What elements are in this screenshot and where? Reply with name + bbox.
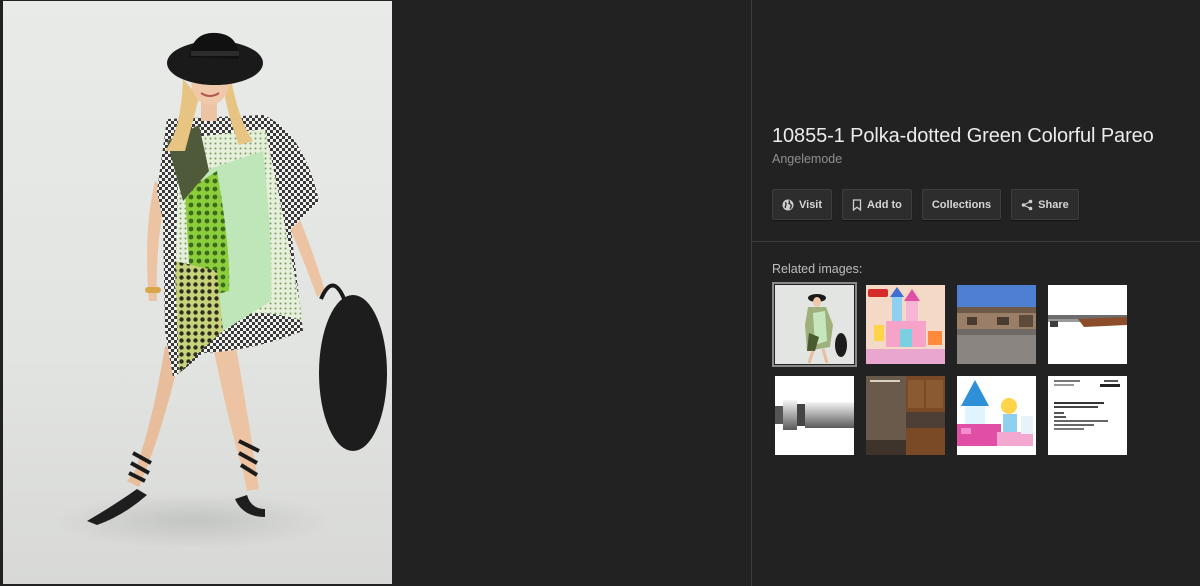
related-thumb-metal-shaft[interactable]: [772, 373, 857, 458]
related-images-heading: Related images:: [772, 262, 863, 276]
related-thumb-empty-room-image: [866, 376, 945, 455]
related-thumb-ranch-house[interactable]: [954, 282, 1039, 367]
image-source[interactable]: Angelemode: [772, 152, 842, 166]
related-thumb-duplo-princess-set-image: [957, 380, 1033, 446]
visit-label: Visit: [799, 198, 823, 211]
related-images-grid: [772, 282, 1132, 458]
bookmark-icon: [852, 198, 862, 211]
globe-icon: [782, 199, 794, 210]
image-viewer: 10855-1 Polka-dotted Green Colorful Pare…: [0, 0, 1200, 586]
related-thumb-duplo-princess-set[interactable]: [954, 373, 1039, 458]
main-preview-image[interactable]: [3, 1, 392, 584]
add-to-button[interactable]: Add to: [842, 189, 912, 220]
related-thumb-standard-document-image: [1054, 380, 1120, 430]
collections-label: Collections: [931, 198, 992, 211]
share-label: Share: [1038, 198, 1069, 211]
related-thumb-duplo-castle-box[interactable]: [863, 282, 948, 367]
add-to-label: Add to: [867, 198, 902, 211]
related-thumb-shotgun[interactable]: [1045, 282, 1130, 367]
section-divider: [752, 241, 1200, 242]
collections-button[interactable]: Collections: [921, 189, 1002, 220]
visit-button[interactable]: Visit: [772, 189, 833, 220]
related-thumb-metal-shaft-image: [775, 400, 854, 430]
related-thumb-pareo-model[interactable]: [772, 282, 857, 367]
related-thumb-pareo-model-image: [805, 294, 847, 364]
related-thumb-shotgun-image: [1048, 315, 1127, 327]
related-thumb-duplo-castle-box-image: [866, 285, 945, 364]
related-thumb-empty-room[interactable]: [863, 373, 948, 458]
model-in-pareo-illustration: [53, 32, 387, 549]
share-icon: [1021, 199, 1033, 210]
action-bar: Visit Add to Collections Share: [772, 189, 1079, 220]
related-thumb-standard-document[interactable]: [1045, 373, 1130, 458]
panel-divider: [751, 0, 752, 586]
image-title: 10855-1 Polka-dotted Green Colorful Pare…: [772, 125, 1154, 147]
related-thumb-ranch-house-image: [957, 285, 1036, 364]
share-button[interactable]: Share: [1011, 189, 1079, 220]
